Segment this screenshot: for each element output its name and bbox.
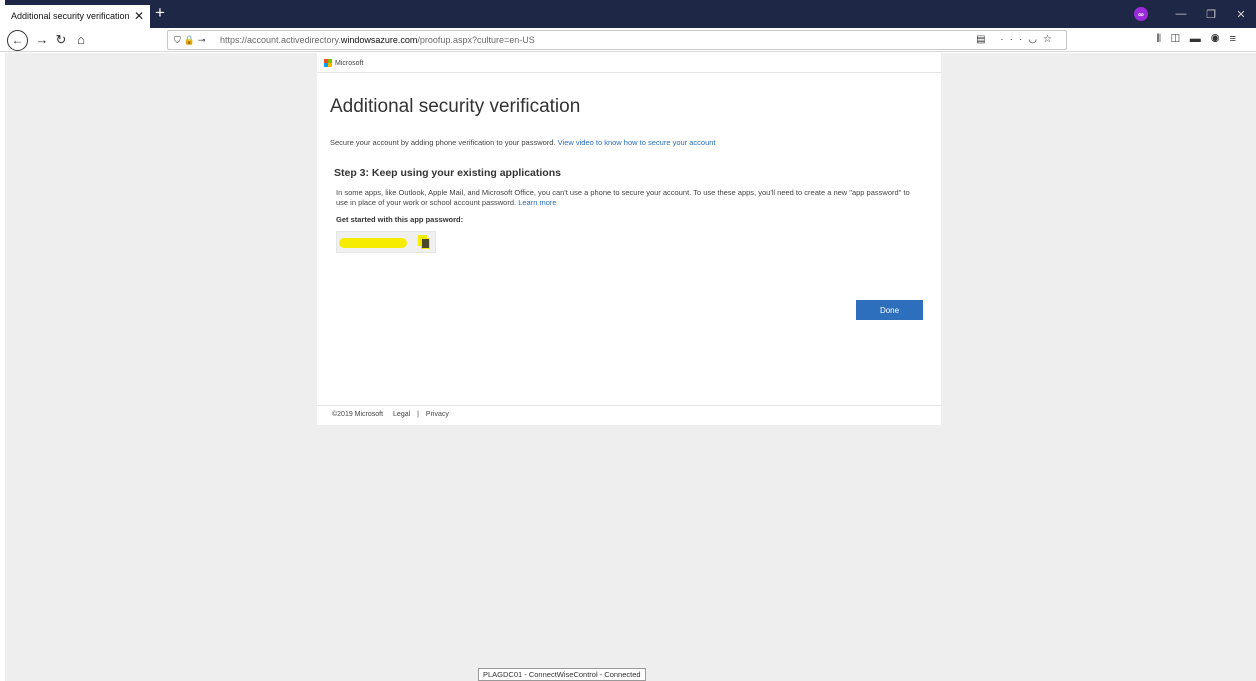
forward-icon[interactable]: → <box>32 30 52 50</box>
account-icon[interactable]: ◉ <box>1211 33 1230 45</box>
done-button[interactable]: Done <box>856 300 923 320</box>
microsoft-logo-icon <box>324 59 332 67</box>
shield-icon: ⛉ <box>174 35 184 45</box>
reload-icon[interactable]: ↻ <box>51 30 71 50</box>
url-domain: windowsazure.com <box>340 35 418 45</box>
microsoft-logo: Microsoft <box>324 59 363 67</box>
privacy-link[interactable]: Privacy <box>426 411 449 418</box>
sidebar-icon[interactable]: ◫ <box>1171 33 1190 45</box>
home-icon[interactable]: ⌂ <box>71 30 91 50</box>
window-controls: ∞ — ❐ ✕ <box>1134 0 1256 28</box>
star-icon[interactable]: ☆ <box>1043 34 1058 45</box>
minimize-button[interactable]: — <box>1166 8 1196 20</box>
url-prefix: https://account.activedirectory. <box>220 35 341 45</box>
pocket-icon[interactable]: ◡ <box>1028 34 1043 45</box>
copy-icon[interactable] <box>418 235 430 249</box>
intro-body: Secure your account by adding phone veri… <box>330 138 556 147</box>
new-tab-button[interactable]: + <box>155 3 165 23</box>
footer-separator: | <box>417 411 419 418</box>
footer-divider <box>317 405 941 406</box>
brand-name: Microsoft <box>335 59 364 67</box>
tab-strip: Additional security verification ✕ + ∞ —… <box>0 0 1256 28</box>
private-mask-icon: ∞ <box>1134 7 1148 21</box>
step-description: In some apps, like Outlook, Apple Mail, … <box>336 188 916 208</box>
url-actions: ▤ ···◡☆ <box>976 34 1058 45</box>
url-text[interactable]: https://account.activedirectory.windowsa… <box>220 35 535 45</box>
app-password-field[interactable] <box>336 231 436 253</box>
back-icon[interactable]: ← <box>7 30 28 51</box>
toolbar-icons: ⫴◫▬◉≡ <box>1156 33 1246 46</box>
menu-icon[interactable]: ≡ <box>1230 33 1246 45</box>
restore-button[interactable]: ❐ <box>1196 8 1226 21</box>
remote-session-status: PLAGDC01 - ConnectWiseControl - Connecte… <box>478 668 646 681</box>
library-icon[interactable]: ⫴ <box>1156 33 1171 45</box>
close-window-button[interactable]: ✕ <box>1226 8 1256 21</box>
browser-tab[interactable]: Additional security verification ✕ <box>5 5 150 28</box>
footer: ©2019 Microsoft Legal | Privacy <box>332 411 449 418</box>
header-divider <box>317 72 941 73</box>
tab-title: Additional security verification <box>11 11 130 21</box>
app-password-value-redacted[interactable] <box>339 238 407 248</box>
step-description-text: In some apps, like Outlook, Apple Mail, … <box>336 188 910 207</box>
lock-icon: 🔒 <box>183 35 198 45</box>
url-security-icons: ⛉🔒⊸ <box>174 35 209 46</box>
app-password-label: Get started with this app password: <box>336 215 464 224</box>
key-icon: ⊸ <box>197 35 209 45</box>
intro-text: Secure your account by adding phone veri… <box>330 138 716 147</box>
video-link[interactable]: View video to know how to secure your ac… <box>558 138 716 147</box>
navigation-bar: ← → ↻ ⌂ ⛉🔒⊸ https://account.activedirect… <box>0 28 1256 52</box>
url-path: /proofup.aspx?culture=en-US <box>417 35 535 45</box>
tab-close-icon[interactable]: ✕ <box>134 9 144 23</box>
step-heading: Step 3: Keep using your existing applica… <box>334 167 561 179</box>
extension-icon[interactable]: ▬ <box>1190 33 1211 45</box>
verification-card: Microsoft Additional security verificati… <box>317 53 941 425</box>
legal-link[interactable]: Legal <box>393 411 410 418</box>
page-title: Additional security verification <box>330 96 581 117</box>
more-icon[interactable]: ··· <box>1000 34 1028 45</box>
learn-more-link[interactable]: Learn more <box>518 198 556 207</box>
page-viewport: Microsoft Additional security verificati… <box>5 53 1256 681</box>
reader-icon[interactable]: ▤ <box>976 34 991 45</box>
address-bar[interactable]: ⛉🔒⊸ https://account.activedirectory.wind… <box>167 30 1067 50</box>
copyright: ©2019 Microsoft <box>332 411 384 418</box>
